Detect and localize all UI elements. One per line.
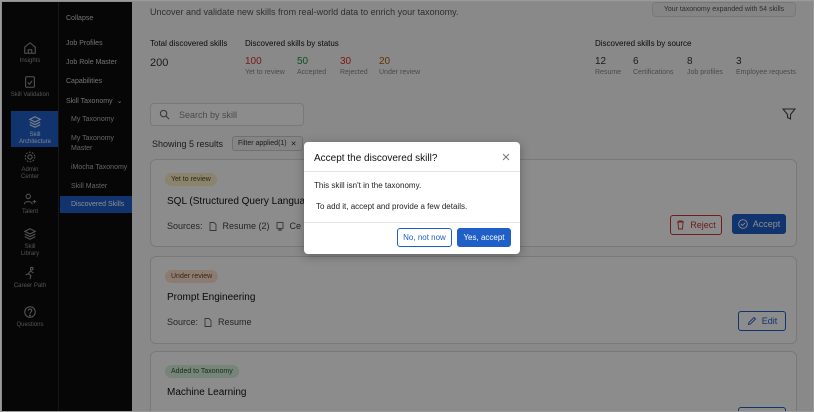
dialog-title: Accept the discovered skill? [314, 153, 438, 164]
app-window: Insights Skill Validation Skill Architec… [0, 0, 814, 412]
accept-skill-dialog: Accept the discovered skill? This skill … [304, 142, 520, 254]
dialog-message: This skill isn't in the taxonomy. [314, 181, 422, 190]
divider [304, 171, 520, 172]
divider [304, 222, 520, 223]
close-icon[interactable] [500, 151, 512, 163]
dialog-message: To add it, accept and provide a few deta… [316, 202, 468, 211]
yes-accept-button[interactable]: Yes, accept [457, 228, 511, 247]
no-not-now-button[interactable]: No, not now [397, 228, 452, 247]
